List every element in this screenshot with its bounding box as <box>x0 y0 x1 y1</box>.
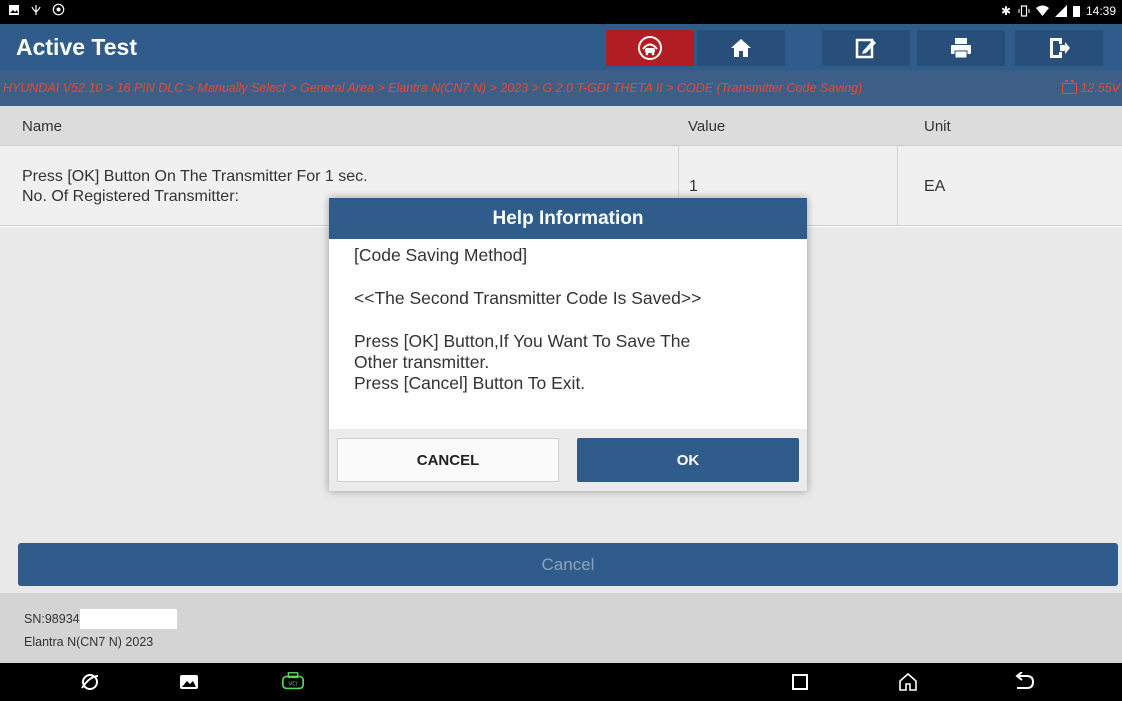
back-icon <box>1015 672 1035 689</box>
recents-icon <box>792 674 808 690</box>
column-header-name: Name <box>22 118 63 135</box>
edit-icon <box>855 38 876 59</box>
battery-voltage: 12.55V <box>1062 79 1120 95</box>
home-icon <box>899 672 917 691</box>
column-header-value: Value <box>688 118 726 135</box>
dialog-body: [Code Saving Method] <<The Second Transm… <box>329 239 807 429</box>
dialog-line-press-ok-1: Press [OK] Button,If You Want To Save Th… <box>354 331 691 351</box>
page-title: Active Test <box>16 34 138 60</box>
home-nav-button[interactable] <box>896 671 920 693</box>
vehicle-info: Elantra N(CN7 N) 2023 <box>24 635 154 649</box>
browser-icon <box>81 674 99 690</box>
signal-icon <box>1054 5 1067 17</box>
home-button[interactable] <box>697 30 785 66</box>
dialog-line-press-ok-2: Other transmitter. <box>354 352 490 372</box>
ok-button[interactable]: OK <box>577 438 799 482</box>
title-bar: Active Test <box>0 24 1122 70</box>
status-right: ✱ 14:39 <box>1000 4 1116 18</box>
vci-button[interactable]: VCI <box>281 671 305 693</box>
breadcrumb-path: HYUNDAI V52.10 > 16 PIN DLC > Manually S… <box>3 81 863 95</box>
cancel-button-disabled[interactable]: Cancel <box>18 543 1118 586</box>
serial-number-text: SN:98934 <box>24 612 80 626</box>
wifi-icon <box>1035 5 1049 16</box>
breadcrumb: HYUNDAI V52.10 > 16 PIN DLC > Manually S… <box>0 70 1122 106</box>
system-nav-bar: VCI <box>0 663 1122 701</box>
dialog-footer: CANCEL OK <box>329 429 807 491</box>
dialog-line-saved: <<The Second Transmitter Code Is Saved>> <box>354 288 702 308</box>
status-bar: ✱ 14:39 <box>0 0 1122 24</box>
print-button[interactable] <box>917 30 1005 66</box>
voltage-value: 12.55V <box>1080 81 1120 95</box>
row-unit-cell: EA <box>924 178 946 195</box>
home-icon <box>731 39 751 57</box>
row-name-line1: Press [OK] Button On The Transmitter For… <box>22 168 368 185</box>
recents-button[interactable] <box>788 671 812 693</box>
clock: 14:39 <box>1085 4 1116 18</box>
gallery-button[interactable] <box>177 671 201 693</box>
dialog-title: Help Information <box>329 198 807 239</box>
serial-number: SN:98934 <box>24 609 177 629</box>
footer: SN:98934 Elantra N(CN7 N) 2023 <box>0 593 1122 663</box>
brightness-icon <box>52 3 65 16</box>
car-battery-icon <box>1062 79 1078 94</box>
back-button[interactable] <box>1012 671 1036 693</box>
svg-text:VCI: VCI <box>288 682 298 688</box>
usb-icon <box>31 4 41 15</box>
browser-button[interactable] <box>78 671 102 693</box>
gallery-icon <box>9 4 19 15</box>
remote-diagnosis-icon <box>638 36 662 60</box>
status-left <box>8 3 65 16</box>
redaction-box <box>79 609 177 629</box>
dialog-line-press-cancel: Press [Cancel] Button To Exit. <box>354 373 586 393</box>
cancel-button[interactable]: CANCEL <box>337 438 559 482</box>
battery-icon <box>1072 6 1080 17</box>
exit-icon <box>1050 38 1070 58</box>
help-dialog: Help Information [Code Saving Method] <<… <box>329 198 807 491</box>
bluetooth-icon: ✱ <box>1000 4 1011 18</box>
table-header: Name Value Unit <box>0 106 1122 146</box>
print-icon <box>951 38 971 59</box>
remote-diagnosis-button[interactable] <box>606 30 694 66</box>
dialog-line-method: [Code Saving Method] <box>354 245 528 265</box>
exit-button[interactable] <box>1015 30 1103 66</box>
gallery-icon <box>180 675 198 689</box>
vci-icon: VCI <box>282 672 304 690</box>
edit-button[interactable] <box>822 30 910 66</box>
vibrate-icon <box>1018 5 1030 17</box>
column-header-unit: Unit <box>924 118 951 135</box>
